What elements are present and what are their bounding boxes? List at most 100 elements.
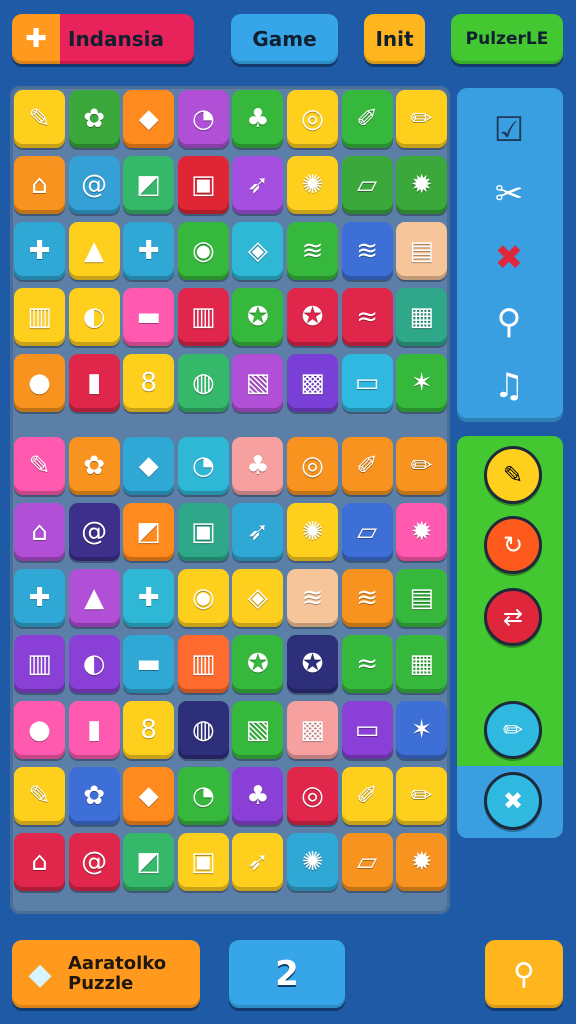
puzzle-tile[interactable]: ✶ (396, 701, 448, 759)
puzzle-tile[interactable]: ◎ (287, 767, 338, 825)
puzzle-tile[interactable]: ⌂ (14, 156, 65, 214)
puzzle-tile[interactable]: ▣ (177, 833, 229, 891)
puzzle-tile[interactable]: ⌂ (14, 503, 65, 561)
puzzle-tile[interactable]: ≋ (341, 569, 393, 627)
puzzle-tile[interactable]: ◩ (123, 503, 175, 561)
puzzle-tile[interactable]: ▦ (396, 635, 448, 693)
puzzle-tile[interactable]: ◍ (177, 701, 229, 759)
puzzle-tile[interactable]: ▣ (177, 503, 229, 561)
puzzle-tile[interactable]: ⌂ (14, 833, 65, 891)
puzzle-tile[interactable]: ◍ (177, 354, 229, 412)
puzzle-tile[interactable]: ● (14, 701, 65, 759)
puzzle-tile[interactable]: ➶ (232, 156, 284, 214)
puzzle-tile[interactable]: ◉ (177, 222, 229, 280)
puzzle-tile[interactable]: ✚ (14, 222, 65, 280)
puzzle-tile[interactable]: ✐ (341, 437, 393, 495)
puzzle-tile[interactable]: 8 (123, 354, 175, 412)
language-button[interactable]: ✚ Indansia (12, 14, 194, 64)
puzzle-tile[interactable]: ▬ (123, 635, 175, 693)
info-button[interactable]: Init (364, 14, 425, 64)
puzzle-tile[interactable]: ♣ (232, 437, 284, 495)
puzzle-tile[interactable]: ✎ (14, 767, 65, 825)
puzzle-tile[interactable]: @ (68, 833, 120, 891)
puzzle-tile[interactable]: ≋ (287, 222, 338, 280)
puzzle-tile[interactable]: ▮ (68, 354, 120, 412)
puzzle-tile[interactable]: ✪ (287, 288, 338, 346)
puzzle-tile[interactable]: ▥ (177, 288, 229, 346)
puzzle-tile[interactable]: ▱ (341, 503, 393, 561)
close-tools-icon[interactable]: ✖ (484, 772, 542, 830)
hint-button[interactable]: ⚲ (485, 940, 563, 1008)
puzzle-tile[interactable]: ✪ (232, 288, 284, 346)
puzzle-tile[interactable]: ▲ (68, 222, 120, 280)
puzzle-tile[interactable]: ♣ (232, 767, 284, 825)
puzzle-tile[interactable]: ▲ (68, 569, 120, 627)
puzzle-tile[interactable]: ▮ (68, 701, 120, 759)
puzzle-tile[interactable]: ✹ (396, 833, 448, 891)
puzzle-tile[interactable]: ≈ (341, 635, 393, 693)
puzzle-tile[interactable]: ✐ (341, 767, 393, 825)
puzzle-tile[interactable]: ✺ (287, 833, 338, 891)
puzzle-tile[interactable]: ◈ (232, 222, 284, 280)
puzzle-tile[interactable]: ✿ (68, 90, 120, 148)
puzzle-tile[interactable]: ▩ (287, 701, 338, 759)
puzzle-tile[interactable]: ▥ (14, 635, 65, 693)
puzzle-tile[interactable]: ✎ (14, 90, 65, 148)
select-tool-icon[interactable]: ☑ (477, 98, 541, 162)
puzzle-tile[interactable]: ◩ (123, 833, 175, 891)
brush-powerup-icon[interactable]: ✎ (484, 446, 542, 504)
cross-tools-icon[interactable]: ✂ (477, 162, 541, 226)
puzzle-tile[interactable]: ◔ (177, 437, 229, 495)
puzzle-piece-tool-icon[interactable]: ♫ (477, 354, 541, 418)
puzzle-tile[interactable]: ▧ (232, 701, 284, 759)
puzzle-tile[interactable]: ▦ (396, 288, 448, 346)
game-button[interactable]: Game (231, 14, 338, 64)
refresh-powerup-icon[interactable]: ↻ (484, 516, 542, 574)
puzzle-tile[interactable]: ◆ (123, 437, 175, 495)
puzzle-tile[interactable]: ✚ (123, 222, 175, 280)
puzzle-mode-button[interactable]: PulzerLE (451, 14, 563, 64)
puzzle-tile[interactable]: @ (68, 156, 120, 214)
puzzle-tile[interactable]: ✪ (287, 635, 338, 693)
puzzle-tile[interactable]: ◩ (123, 156, 175, 214)
puzzle-tile[interactable]: ✚ (14, 569, 65, 627)
puzzle-tile[interactable]: ▤ (396, 569, 448, 627)
puzzle-tile[interactable]: ▣ (177, 156, 229, 214)
puzzle-tile[interactable]: ▱ (341, 156, 393, 214)
puzzle-tile[interactable]: ✪ (232, 635, 284, 693)
puzzle-tile[interactable]: ▥ (177, 635, 229, 693)
puzzle-tile[interactable]: ◈ (232, 569, 284, 627)
puzzle-tile[interactable]: ✺ (287, 503, 338, 561)
puzzle-tile[interactable]: ✎ (14, 437, 65, 495)
puzzle-tile[interactable]: ✺ (287, 156, 338, 214)
red-bone-icon[interactable]: ✖ (477, 226, 541, 290)
puzzle-tile[interactable]: ▬ (123, 288, 175, 346)
puzzle-tile[interactable]: ▭ (341, 701, 393, 759)
puzzle-tile[interactable]: ✏ (396, 437, 448, 495)
puzzle-tile[interactable]: ◔ (177, 90, 229, 148)
puzzle-tile[interactable]: ◐ (68, 635, 120, 693)
puzzle-tile[interactable]: 8 (123, 701, 175, 759)
puzzle-tile[interactable]: ◔ (177, 767, 229, 825)
puzzle-tile[interactable]: ✹ (396, 156, 448, 214)
wand-powerup-icon[interactable]: ✏ (484, 701, 542, 759)
puzzle-tile[interactable]: ✏ (396, 90, 448, 148)
puzzle-tile[interactable]: ▱ (341, 833, 393, 891)
puzzle-tile[interactable]: ♣ (232, 90, 284, 148)
puzzle-tile[interactable]: ≋ (287, 569, 338, 627)
puzzle-tile[interactable]: ◎ (287, 90, 338, 148)
puzzle-tile[interactable]: ◐ (68, 288, 120, 346)
puzzle-tile[interactable]: ▤ (396, 222, 448, 280)
puzzle-tile[interactable]: ◉ (177, 569, 229, 627)
puzzle-tile[interactable]: ✐ (341, 90, 393, 148)
puzzle-tile[interactable]: ➶ (232, 503, 284, 561)
puzzle-tile[interactable]: ▩ (287, 354, 338, 412)
puzzle-tile[interactable]: ◆ (123, 90, 175, 148)
puzzle-tile[interactable]: ✿ (68, 437, 120, 495)
puzzle-tile[interactable]: ✚ (123, 569, 175, 627)
puzzle-tile[interactable]: ▭ (341, 354, 393, 412)
hint-tool-icon[interactable]: ⚲ (477, 290, 541, 354)
puzzle-tile[interactable]: ✏ (396, 767, 448, 825)
puzzle-tile[interactable]: ● (14, 354, 65, 412)
puzzle-tile[interactable]: @ (68, 503, 120, 561)
